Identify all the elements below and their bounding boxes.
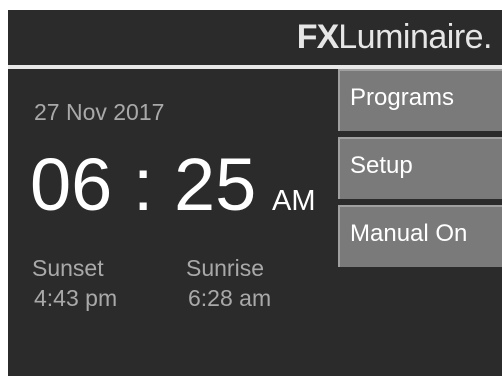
sunset-label: Sunset — [32, 255, 104, 281]
sunrise-time: 6:28 am — [188, 285, 272, 311]
logo-luminaire: Luminaire. — [338, 18, 492, 56]
sunrise-info: Sunrise 6:28 am — [186, 253, 271, 313]
current-time: 06 : 25 — [30, 143, 257, 226]
sunrise-label: Sunrise — [186, 255, 264, 281]
manual-on-button[interactable]: Manual On — [338, 205, 502, 267]
sunset-info: Sunset 4:43 pm — [32, 253, 117, 313]
main-panel: 27 Nov 2017 06 : 25 AM Sunset 4:43 pm Su… — [8, 69, 502, 376]
am-pm-indicator: AM — [272, 185, 316, 217]
controller-device: FXLuminaire. 27 Nov 2017 06 : 25 AM Suns… — [0, 0, 502, 376]
logo-fx: FX — [296, 18, 339, 56]
current-date: 27 Nov 2017 — [34, 99, 165, 125]
sunset-time: 4:43 pm — [34, 285, 118, 311]
programs-button[interactable]: Programs — [338, 69, 502, 131]
brand-logo: FXLuminaire. — [296, 14, 493, 60]
display-screen: FXLuminaire. 27 Nov 2017 06 : 25 AM Suns… — [8, 10, 502, 376]
header-bar: FXLuminaire. — [8, 10, 502, 64]
setup-button[interactable]: Setup — [338, 137, 502, 199]
